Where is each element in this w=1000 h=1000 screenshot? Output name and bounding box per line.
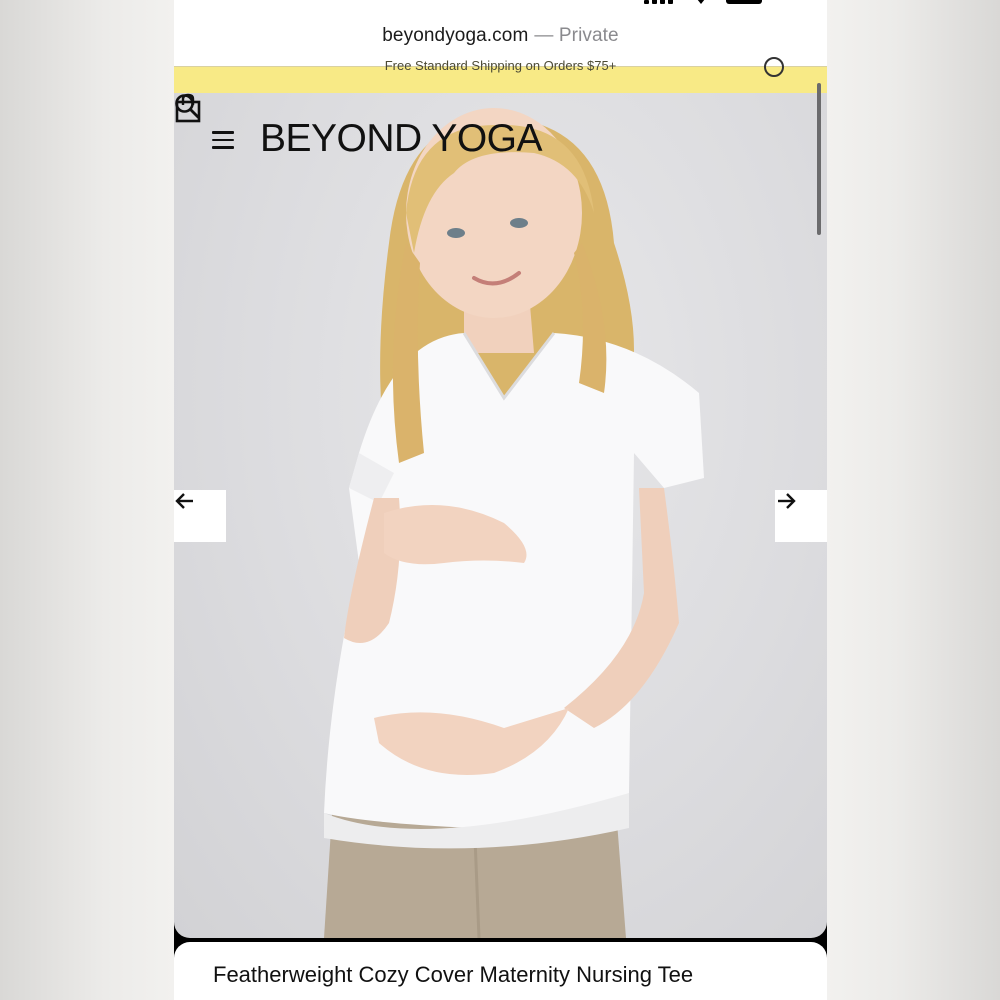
product-info-card: Featherweight Cozy Cover Maternity Nursi…	[174, 942, 827, 1000]
brand-logo[interactable]: BEYOND YOGA	[260, 117, 543, 161]
arrow-left-icon	[175, 493, 193, 509]
shopping-bag-icon[interactable]	[174, 93, 202, 123]
battery-icon	[726, 0, 762, 4]
promo-banner[interactable]: Free Standard Shipping on Orders $75+	[174, 57, 827, 93]
url-separator: —	[534, 25, 554, 46]
background-left	[0, 0, 174, 1000]
private-label: Private	[558, 25, 619, 46]
product-image-carousel[interactable]: BEYOND YOGA	[174, 93, 827, 938]
promo-text: Free Standard Shipping on Orders $75+	[384, 58, 617, 73]
menu-icon[interactable]	[212, 131, 234, 151]
private-mode-label: — Private	[534, 25, 618, 47]
background-right	[826, 0, 1000, 1000]
site-header: BEYOND YOGA	[174, 93, 827, 188]
carousel-next-button[interactable]	[775, 490, 827, 542]
promo-close-icon[interactable]	[764, 57, 784, 77]
page-scrollbar[interactable]	[817, 83, 821, 235]
product-title: Featherweight Cozy Cover Maternity Nursi…	[213, 962, 694, 987]
url-text: beyondyoga.com	[382, 25, 529, 46]
arrow-right-icon	[778, 493, 796, 509]
carousel-prev-button[interactable]	[174, 490, 226, 542]
signal-icon	[644, 0, 674, 4]
url-bar[interactable]: beyondyoga.com — Private	[174, 6, 827, 66]
phone-screen: beyondyoga.com — Private Free Standard S…	[174, 0, 827, 1000]
product-photo	[324, 108, 704, 938]
wifi-icon	[697, 0, 705, 4]
